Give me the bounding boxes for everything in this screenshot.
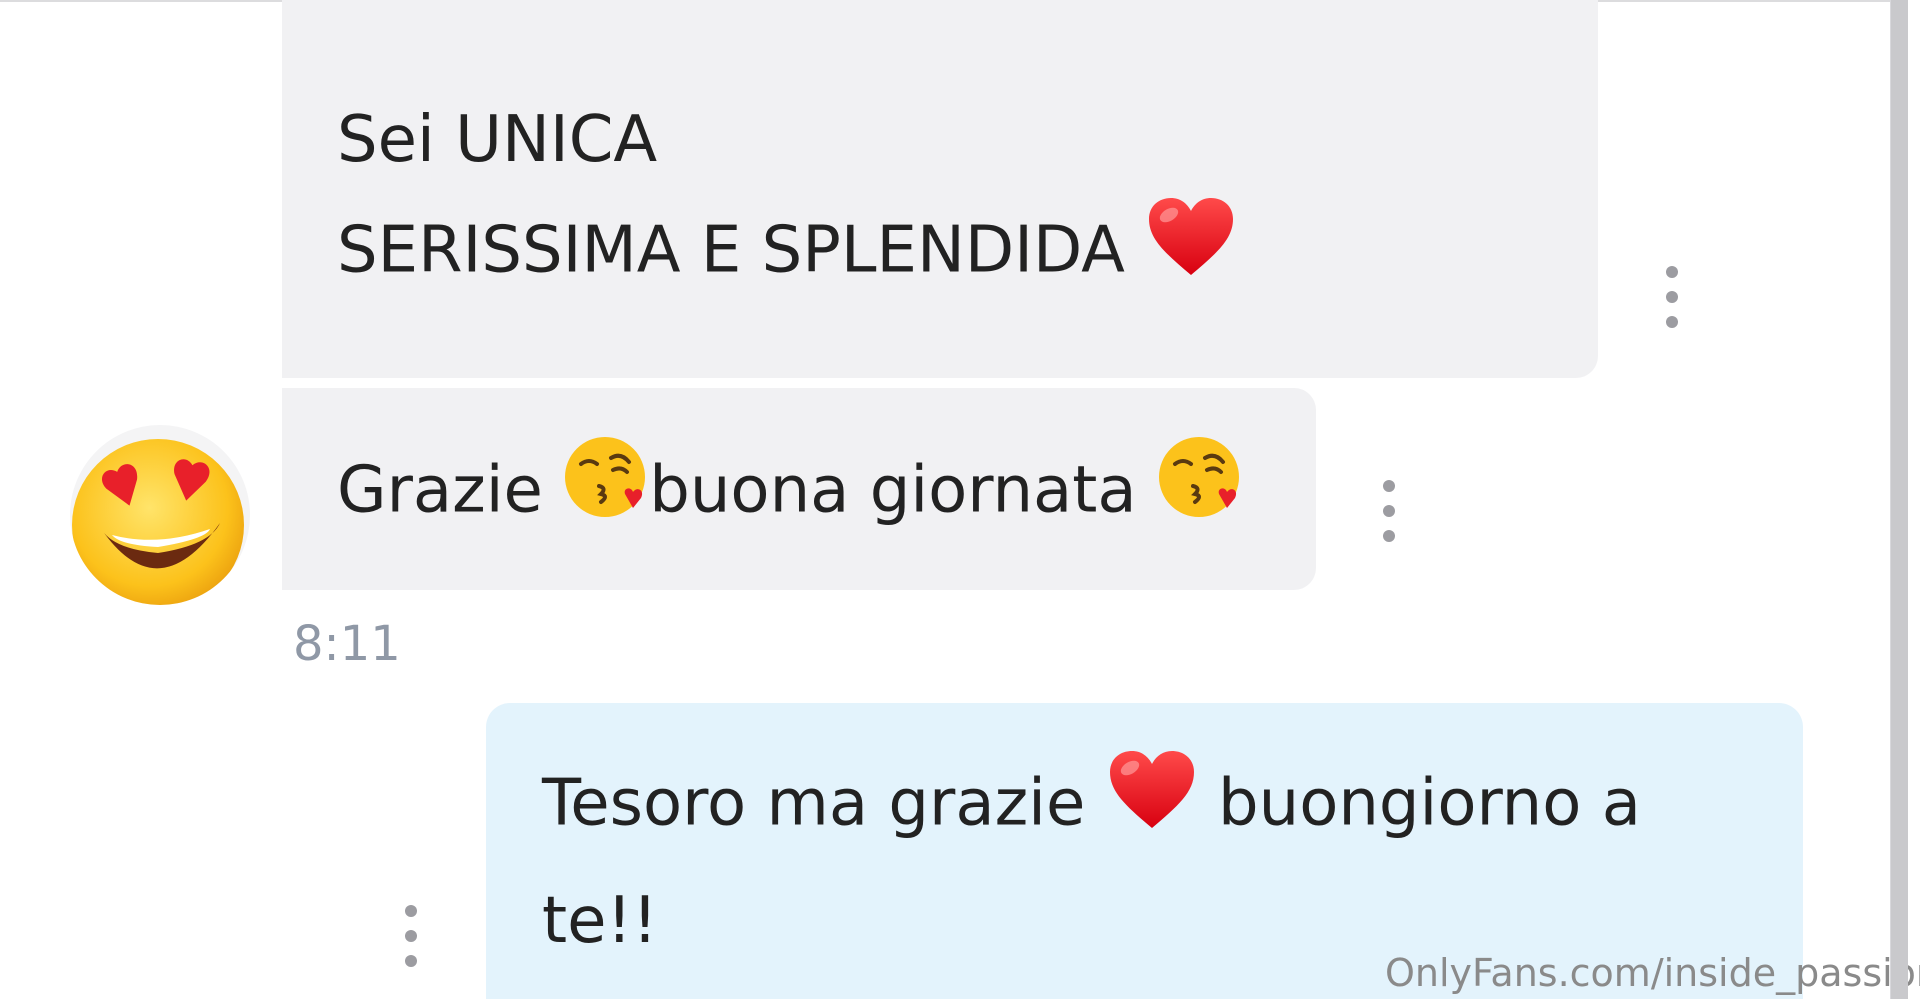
message-line-1: Sei UNICA bbox=[337, 103, 658, 177]
message-bubble-incoming[interactable]: Grazie buona giornata bbox=[282, 388, 1316, 590]
more-options-icon[interactable] bbox=[399, 905, 423, 967]
message-text: Sei UNICA SERISSIMA E SPLENDIDA bbox=[337, 85, 1237, 313]
message-line-2: SERISSIMA E SPLENDIDA bbox=[337, 213, 1125, 288]
message-part-1: Tesoro ma grazie bbox=[542, 766, 1106, 841]
red-heart-emoji-icon bbox=[1145, 195, 1237, 313]
message-part-1: Grazie bbox=[337, 453, 564, 528]
face-blowing-kiss-emoji-icon bbox=[563, 434, 649, 554]
watermark: OnlyFans.com/inside_passion bbox=[1385, 951, 1920, 995]
message-text: Tesoro ma grazie buongiorno a te!! bbox=[542, 748, 1742, 976]
face-blowing-kiss-emoji-icon bbox=[1157, 434, 1243, 554]
chat-screen: Sei UNICA SERISSIMA E SPLENDIDA Grazie b… bbox=[0, 0, 1920, 999]
red-heart-emoji-icon bbox=[1106, 748, 1198, 866]
more-options-icon[interactable] bbox=[1377, 480, 1401, 542]
message-bubble-incoming[interactable]: Sei UNICA SERISSIMA E SPLENDIDA bbox=[282, 0, 1598, 378]
scrollbar[interactable] bbox=[1891, 0, 1908, 999]
message-text: Grazie buona giornata bbox=[337, 434, 1243, 554]
message-part-2: buona giornata bbox=[649, 453, 1157, 528]
more-options-icon[interactable] bbox=[1660, 266, 1684, 328]
avatar[interactable] bbox=[70, 425, 250, 605]
message-timestamp: 8:11 bbox=[293, 616, 401, 672]
smiling-face-with-heart-eyes-icon bbox=[72, 439, 244, 605]
